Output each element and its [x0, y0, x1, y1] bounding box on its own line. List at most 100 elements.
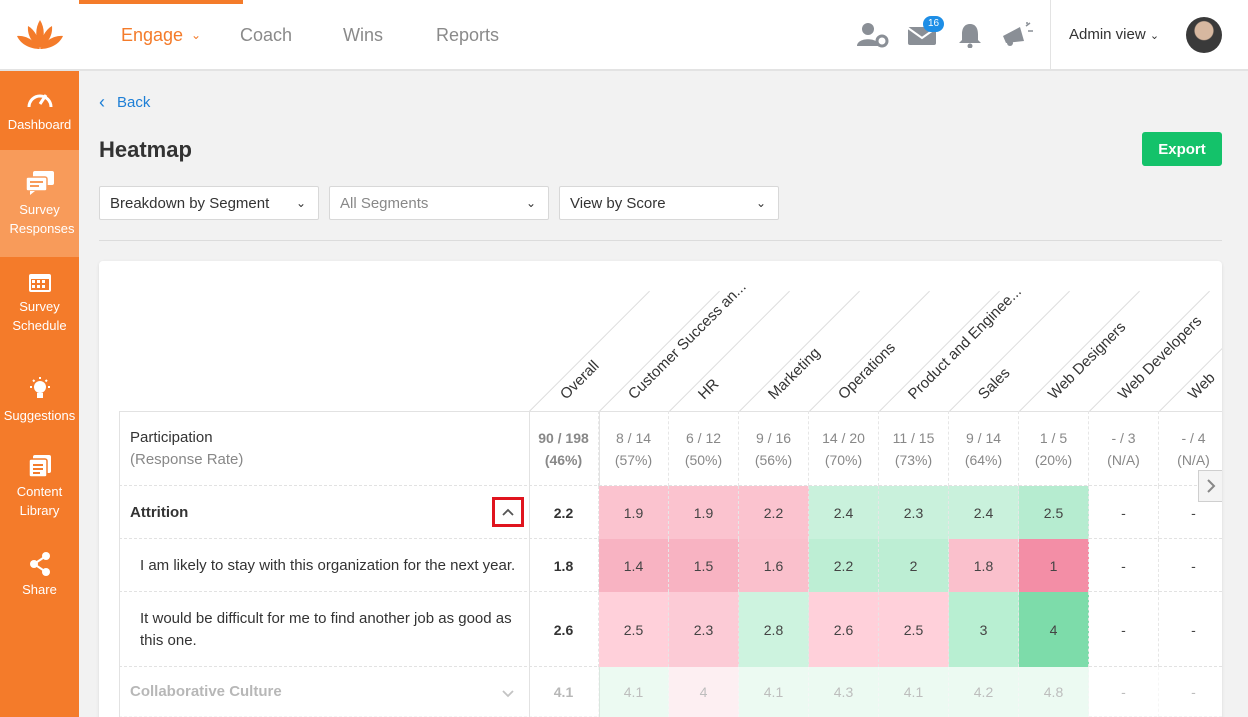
column-header[interactable]: HR — [669, 261, 790, 412]
score-cell[interactable]: 4.1 — [529, 667, 599, 717]
score-cell[interactable]: 2.2 — [529, 486, 599, 539]
column-header[interactable]: Marketing — [739, 261, 860, 412]
score-cell[interactable]: 1.8 — [949, 539, 1019, 592]
score-cell[interactable]: 4 — [1019, 592, 1089, 667]
sidebar-item-dashboard[interactable]: Dashboard — [0, 71, 79, 150]
score-cell[interactable]: 2.3 — [879, 486, 949, 539]
nav-engage-label: Engage — [120, 24, 183, 45]
score-cell[interactable]: - — [1089, 667, 1159, 717]
chevron-down-icon: ⌄ — [295, 196, 306, 210]
nav-wins[interactable]: Wins — [343, 0, 383, 70]
column-header[interactable]: Product and Enginee... — [879, 261, 1025, 412]
chevron-down-icon: ⌄ — [1149, 30, 1160, 42]
nav-coach[interactable]: Coach — [240, 0, 292, 70]
score-cell[interactable]: 4.2 — [949, 667, 1019, 717]
score-cell[interactable]: 2.5 — [1019, 486, 1089, 539]
gauge-icon — [27, 94, 52, 108]
megaphone-icon[interactable] — [1000, 18, 1034, 52]
score-cell[interactable]: 2.4 — [949, 486, 1019, 539]
collapse-toggle-button[interactable] — [492, 497, 524, 527]
column-header-label: Overall — [556, 357, 603, 403]
column-header-label: Web — [1184, 369, 1219, 403]
mail-icon[interactable]: 16 — [905, 16, 945, 52]
segments-select[interactable]: All Segments ⌄ — [329, 186, 549, 220]
breakdown-select[interactable]: Breakdown by Segment ⌄ — [99, 186, 319, 220]
score-cell[interactable]: - — [1159, 539, 1222, 592]
sidebar-item-label: Survey Responses — [9, 201, 75, 236]
column-header[interactable]: Web Developers — [1089, 261, 1210, 412]
score-cell[interactable]: 4.1 — [739, 667, 809, 717]
score-cell[interactable]: 2.6 — [809, 592, 879, 667]
score-cell[interactable]: 4.1 — [879, 667, 949, 717]
score-cell[interactable]: 2.5 — [599, 592, 669, 667]
expand-toggle-button[interactable] — [502, 685, 516, 699]
score-cell[interactable]: 1 — [1019, 539, 1089, 592]
scroll-right-button[interactable] — [1198, 470, 1222, 502]
score-cell[interactable]: 2.2 — [809, 539, 879, 592]
view-select[interactable]: View by Score ⌄ — [559, 186, 779, 220]
column-header[interactable]: Operations — [809, 261, 930, 412]
column-header[interactable]: Overall — [529, 261, 650, 412]
score-cell[interactable]: 1.4 — [599, 539, 669, 592]
column-header[interactable]: Web Designers — [1019, 261, 1140, 412]
score-cell[interactable]: 3 — [949, 592, 1019, 667]
sidebar-item-content-library[interactable]: Content Library — [0, 449, 79, 525]
score-cell[interactable]: 4.3 — [809, 667, 879, 717]
nav-engage[interactable]: Engage ⌄ — [79, 0, 243, 70]
chevron-down-icon: ⌄ — [755, 196, 766, 210]
avatar[interactable] — [1186, 17, 1222, 53]
score-cell[interactable]: 4.8 — [1019, 667, 1089, 717]
column-header[interactable]: Sales — [949, 261, 1070, 412]
sidebar-item-label: Suggestions — [3, 407, 76, 423]
nav-divider — [1050, 0, 1051, 70]
score-cell[interactable]: - — [1089, 539, 1159, 592]
sidebar-item-label: Dashboard — [7, 117, 72, 132]
score-cell[interactable]: 1.8 — [529, 539, 599, 592]
user-settings-icon[interactable] — [856, 18, 890, 52]
nav-reports[interactable]: Reports — [436, 0, 499, 70]
column-header-label: Sales — [974, 364, 1014, 403]
breakdown-value: Breakdown by Segment — [110, 194, 270, 212]
score-cell[interactable]: 2.8 — [739, 592, 809, 667]
admin-view-dropdown[interactable]: Admin view ⌄ — [1069, 26, 1159, 43]
page-title: Heatmap — [99, 137, 192, 162]
score-cell[interactable]: 4.1 — [599, 667, 669, 717]
score-cell[interactable]: 2 — [879, 539, 949, 592]
score-cell[interactable]: 2.6 — [529, 592, 599, 667]
score-cell[interactable]: 2.2 — [739, 486, 809, 539]
bell-icon[interactable] — [953, 18, 987, 52]
sidebar-item-survey-responses[interactable]: Survey Responses — [0, 150, 79, 257]
column-header[interactable]: Customer Success an... — [599, 261, 750, 412]
score-cell[interactable]: - — [1089, 592, 1159, 667]
back-label: Back — [117, 94, 151, 111]
segments-value: All Segments — [340, 194, 429, 212]
chat-icon — [24, 170, 54, 195]
heatmap-card: Overall Customer Success an... HR Marketing… — [99, 261, 1222, 717]
sidebar-item-suggestions[interactable]: Suggestions — [0, 361, 79, 439]
sidebar-item-label: Content Library — [16, 484, 63, 518]
score-cell[interactable]: 1.9 — [669, 486, 739, 539]
table-row — [119, 411, 1222, 486]
score-cell[interactable]: - — [1159, 667, 1222, 717]
score-cell[interactable]: 2.4 — [809, 486, 879, 539]
lotus-logo-icon[interactable] — [0, 0, 79, 70]
sidebar-item-label: Share — [22, 581, 57, 597]
column-header[interactable]: Web — [1159, 261, 1222, 412]
sidebar-item-share[interactable]: Share — [0, 545, 79, 605]
score-cell[interactable]: 1.9 — [599, 486, 669, 539]
score-cell[interactable]: 1.5 — [669, 539, 739, 592]
score-cell[interactable]: - — [1159, 592, 1222, 667]
chevron-down-icon: ⌄ — [525, 196, 536, 210]
sidebar: Dashboard Survey Responses Survey Schedu… — [0, 71, 79, 717]
mail-count-badge: 16 — [923, 16, 945, 32]
sidebar-item-survey-schedule[interactable]: Survey Schedule — [0, 257, 79, 349]
score-cell[interactable]: 2.3 — [669, 592, 739, 667]
export-button[interactable]: Export — [1142, 132, 1222, 166]
category-label: Attrition — [130, 503, 189, 521]
back-link[interactable]: ‹ Back — [99, 92, 150, 113]
score-cell[interactable]: - — [1089, 486, 1159, 539]
top-nav: Engage ⌄ Coach Wins Reports 16 Admin vie… — [0, 0, 1248, 71]
score-cell[interactable]: 2.5 — [879, 592, 949, 667]
score-cell[interactable]: 4 — [669, 667, 739, 717]
score-cell[interactable]: 1.6 — [739, 539, 809, 592]
